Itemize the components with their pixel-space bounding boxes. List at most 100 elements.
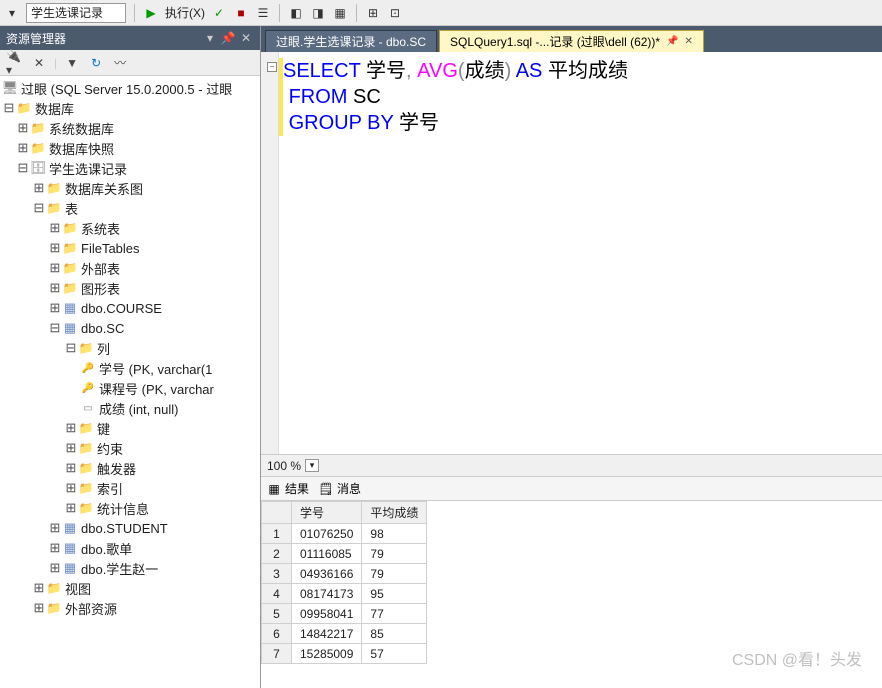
dropdown-icon[interactable]: ▾ <box>202 30 218 46</box>
cell[interactable]: 85 <box>362 624 427 644</box>
debug-icon[interactable]: ✓ <box>211 5 227 21</box>
results-grid[interactable]: 学号平均成绩1010762509820111608579304936166794… <box>261 500 882 688</box>
panel-header: 资源管理器 ▾ 📌 ✕ <box>0 26 260 50</box>
cell[interactable]: 98 <box>362 524 427 544</box>
col-node[interactable]: 🔑学号 (PK, varchar(1 <box>0 358 260 378</box>
systables-node[interactable]: ⊞📁系统表 <box>0 218 260 238</box>
cell[interactable]: 15285009 <box>292 644 362 664</box>
keys-node[interactable]: ⊞📁键 <box>0 418 260 438</box>
triggers-node[interactable]: ⊞📁触发器 <box>0 458 260 478</box>
cell[interactable]: 01076250 <box>292 524 362 544</box>
parse-icon[interactable]: ☰ <box>255 5 271 21</box>
table-row[interactable]: 30493616679 <box>262 564 427 584</box>
separator <box>356 4 357 22</box>
zhao-node[interactable]: ⊞▦dbo.学生赵一 <box>0 558 260 578</box>
cell[interactable]: 77 <box>362 604 427 624</box>
snap-node[interactable]: ⊞📁数据库快照 <box>0 138 260 158</box>
tab-query[interactable]: SQLQuery1.sql -...记录 (过眼\dell (62))*📌✕ <box>439 30 704 52</box>
table-row[interactable]: 71528500957 <box>262 644 427 664</box>
row-header[interactable]: 2 <box>262 544 292 564</box>
filetables-node[interactable]: ⊞📁FileTables <box>0 238 260 258</box>
cell[interactable]: 14842217 <box>292 624 362 644</box>
col-node[interactable]: 🔑课程号 (PK, varchar <box>0 378 260 398</box>
course-node[interactable]: ⊞▦dbo.COURSE <box>0 298 260 318</box>
panel-title: 资源管理器 <box>6 30 200 47</box>
message-icon: 🗒 <box>319 482 333 496</box>
studentdb-node[interactable]: ⊟🗄学生选课记录 <box>0 158 260 178</box>
tool-icon[interactable]: ◧ <box>288 5 304 21</box>
diagram-node[interactable]: ⊞📁数据库关系图 <box>0 178 260 198</box>
table-row[interactable]: 20111608579 <box>262 544 427 564</box>
refresh-icon[interactable]: ↻ <box>87 54 105 72</box>
tool-icon[interactable]: ▦ <box>332 5 348 21</box>
table-row[interactable]: 10107625098 <box>262 524 427 544</box>
results-tab[interactable]: ▦结果 <box>267 480 309 497</box>
db-node[interactable]: ⊟📁数据库 <box>0 98 260 118</box>
cell[interactable]: 95 <box>362 584 427 604</box>
cell[interactable]: 01116085 <box>292 544 362 564</box>
row-header[interactable]: 1 <box>262 524 292 544</box>
cell[interactable]: 79 <box>362 544 427 564</box>
sc-node[interactable]: ⊟▦dbo.SC <box>0 318 260 338</box>
graph-node[interactable]: ⊞📁图形表 <box>0 278 260 298</box>
column-header[interactable]: 学号 <box>292 502 362 524</box>
column-header[interactable]: 平均成绩 <box>362 502 427 524</box>
table-row[interactable]: 40817417395 <box>262 584 427 604</box>
object-tree[interactable]: 🖥过眼 (SQL Server 15.0.2000.5 - 过眼 ⊟📁数据库 ⊞… <box>0 76 260 688</box>
student-node[interactable]: ⊞▦dbo.STUDENT <box>0 518 260 538</box>
table-row[interactable]: 61484221785 <box>262 624 427 644</box>
tool-icon[interactable]: ◨ <box>310 5 326 21</box>
extres-node[interactable]: ⊞📁外部资源 <box>0 598 260 618</box>
stats-node[interactable]: ⊞📁统计信息 <box>0 498 260 518</box>
execute-button[interactable]: 执行(X) <box>165 4 205 21</box>
table-row[interactable]: 50995804177 <box>262 604 427 624</box>
cell[interactable]: 79 <box>362 564 427 584</box>
row-header[interactable]: 4 <box>262 584 292 604</box>
constraints-node[interactable]: ⊞📁约束 <box>0 438 260 458</box>
external-node[interactable]: ⊞📁外部表 <box>0 258 260 278</box>
cell[interactable]: 09958041 <box>292 604 362 624</box>
sql-editor[interactable]: − SELECT 学号, AVG(成绩) AS 平均成绩 FROM SC GRO… <box>261 52 882 454</box>
row-header[interactable]: 3 <box>262 564 292 584</box>
filter-icon[interactable]: ▼ <box>63 54 81 72</box>
tool-icon[interactable]: ⊡ <box>387 5 403 21</box>
zoom-bar: 100 % ▾ <box>261 454 882 476</box>
cell[interactable]: 57 <box>362 644 427 664</box>
tool-icon[interactable]: ⊞ <box>365 5 381 21</box>
views-node[interactable]: ⊞📁视图 <box>0 578 260 598</box>
tab-sc-table[interactable]: 过眼.学生选课记录 - dbo.SC <box>265 30 437 52</box>
database-combo[interactable]: 学生选课记录 <box>26 3 126 23</box>
sysdb-node[interactable]: ⊞📁系统数据库 <box>0 118 260 138</box>
gutter <box>261 52 279 454</box>
separator <box>279 4 280 22</box>
activity-icon[interactable]: 〰 <box>111 54 129 72</box>
tabs-bar: 过眼.学生选课记录 - dbo.SC SQLQuery1.sql -...记录 … <box>261 26 882 52</box>
playlist-node[interactable]: ⊞▦dbo.歌单 <box>0 538 260 558</box>
editor-area: 过眼.学生选课记录 - dbo.SC SQLQuery1.sql -...记录 … <box>261 26 882 688</box>
row-header[interactable]: 7 <box>262 644 292 664</box>
server-node[interactable]: 🖥过眼 (SQL Server 15.0.2000.5 - 过眼 <box>0 78 260 98</box>
connect-icon[interactable]: 🔌▾ <box>6 54 24 72</box>
pin-icon[interactable]: 📌 <box>220 30 236 46</box>
collapse-icon[interactable]: − <box>267 62 277 72</box>
cols-node[interactable]: ⊟📁列 <box>0 338 260 358</box>
play-icon[interactable]: ▶ <box>143 5 159 21</box>
close-icon[interactable]: ✕ <box>238 30 254 46</box>
indexes-node[interactable]: ⊞📁索引 <box>0 478 260 498</box>
zoom-dropdown-icon[interactable]: ▾ <box>305 459 319 472</box>
cell[interactable]: 04936166 <box>292 564 362 584</box>
close-icon[interactable]: ✕ <box>685 36 693 47</box>
cell[interactable]: 08174173 <box>292 584 362 604</box>
separator <box>134 4 135 22</box>
messages-tab[interactable]: 🗒消息 <box>319 480 361 497</box>
disconnect-icon[interactable]: ✕ <box>30 54 48 72</box>
col-node[interactable]: ▭成绩 (int, null) <box>0 398 260 418</box>
row-header[interactable]: 6 <box>262 624 292 644</box>
row-header[interactable]: 5 <box>262 604 292 624</box>
stop-icon[interactable]: ■ <box>233 5 249 21</box>
pin-icon[interactable]: 📌 <box>666 36 678 47</box>
tables-node[interactable]: ⊟📁表 <box>0 198 260 218</box>
results-tabs: ▦结果 🗒消息 <box>261 476 882 500</box>
explorer-toolbar: 🔌▾ ✕ | ▼ ↻ 〰 <box>0 50 260 76</box>
dropdown-icon[interactable]: ▾ <box>4 5 20 21</box>
